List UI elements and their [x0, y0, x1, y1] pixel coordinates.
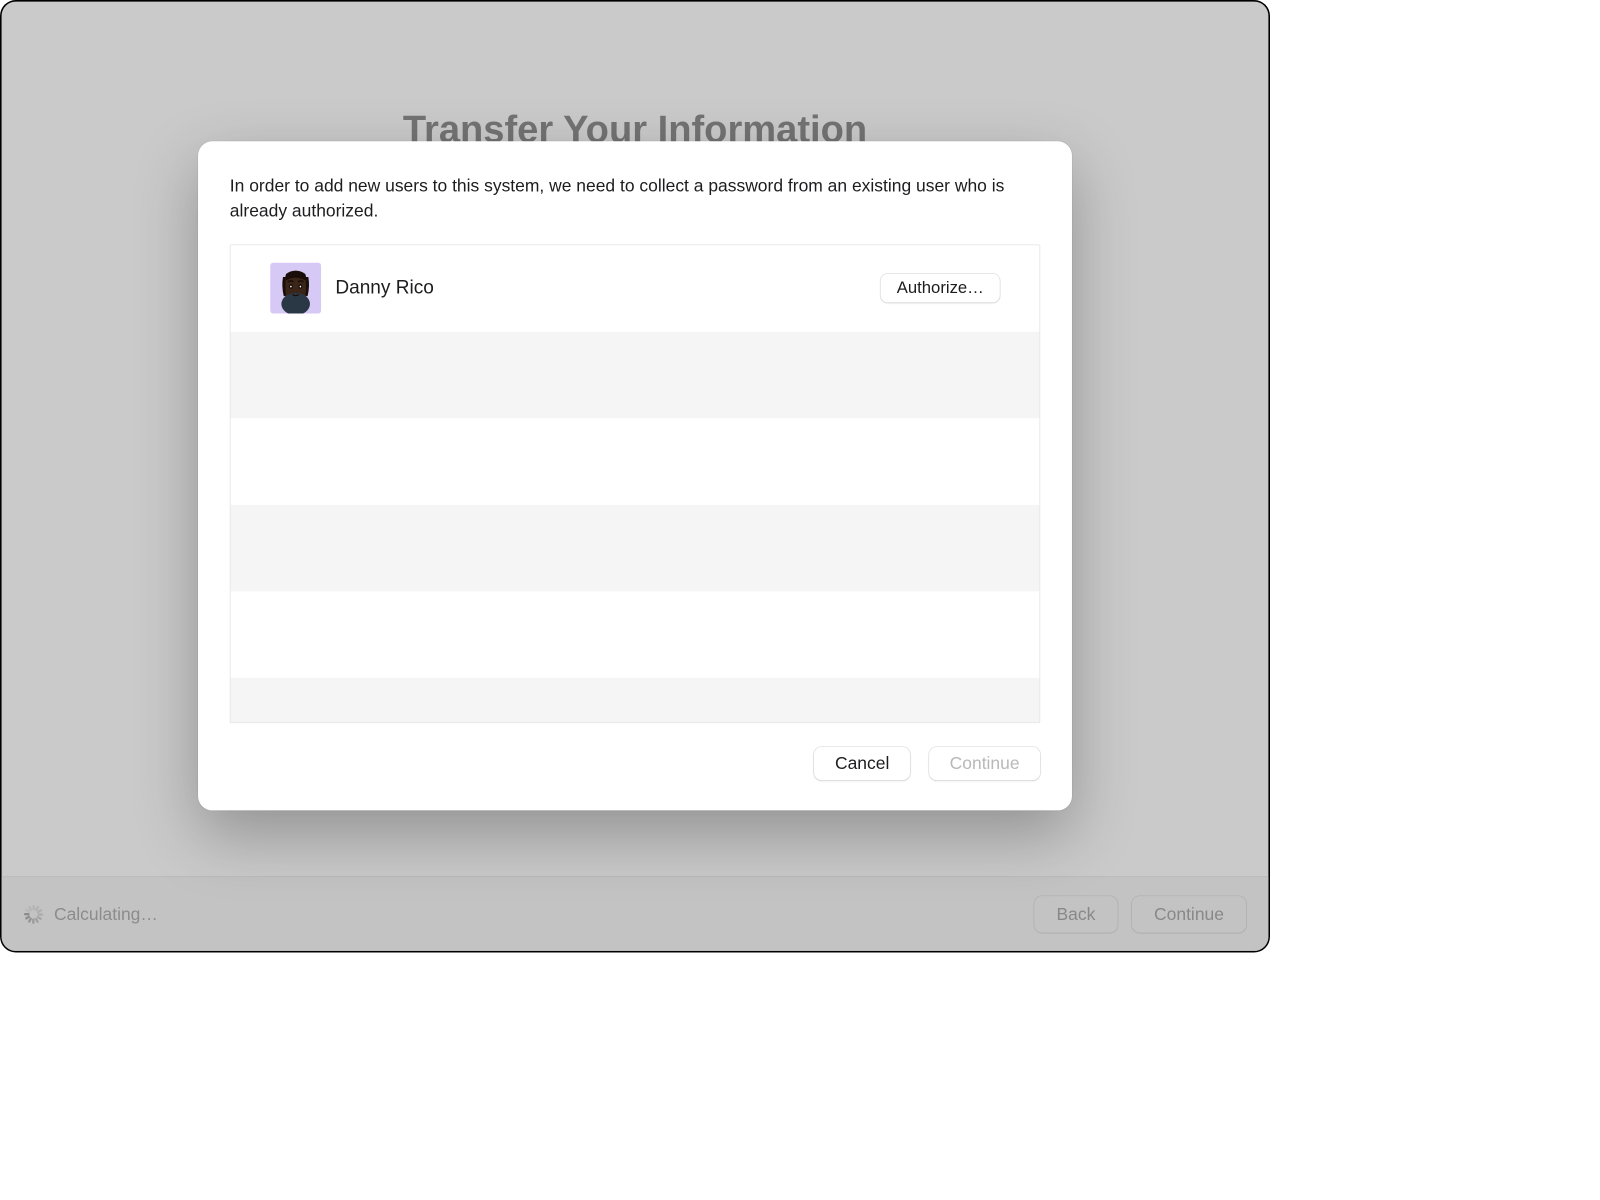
spinner-icon — [24, 904, 43, 923]
authorize-button[interactable]: Authorize… — [881, 274, 1000, 303]
status-area: Calculating… — [24, 904, 158, 925]
list-item — [231, 591, 1040, 678]
list-item — [231, 678, 1040, 723]
continue-button-background[interactable]: Continue — [1132, 896, 1246, 933]
modal-footer: Cancel Continue — [198, 723, 1072, 810]
user-row: Danny Rico Authorize… — [231, 245, 1040, 332]
list-item — [231, 418, 1040, 505]
modal-instruction: In order to add new users to this system… — [198, 141, 1072, 244]
back-button[interactable]: Back — [1034, 896, 1117, 933]
list-item — [231, 332, 1040, 419]
user-name: Danny Rico — [335, 277, 433, 299]
status-text: Calculating… — [54, 904, 158, 925]
list-item — [231, 505, 1040, 592]
setup-assistant-window: Transfer Your Information — [2, 2, 1269, 951]
footer-bar: Calculating… Back Continue — [2, 876, 1269, 951]
avatar — [270, 263, 321, 314]
authorize-modal: In order to add new users to this system… — [198, 141, 1072, 810]
continue-button: Continue — [929, 747, 1040, 780]
user-list: Danny Rico Authorize… — [230, 244, 1040, 723]
cancel-button[interactable]: Cancel — [814, 747, 910, 780]
